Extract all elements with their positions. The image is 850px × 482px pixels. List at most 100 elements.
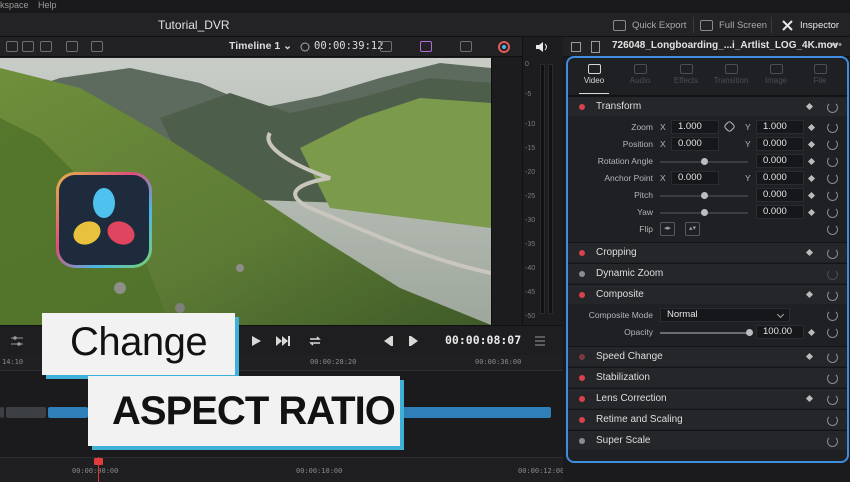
timeline-clip[interactable] [0,407,4,418]
enable-toggle[interactable] [579,417,585,423]
keyframe-icon[interactable] [807,328,816,337]
tab-file[interactable]: File [797,62,843,92]
zoom-y-field[interactable]: 1.000 [756,120,804,134]
position-y-field[interactable]: 0.000 [756,137,804,151]
reset-icon[interactable] [827,190,838,201]
timeline-clip[interactable] [48,407,88,418]
timeline-selector[interactable]: Timeline 1 ⌄ [229,40,292,52]
tab-effects[interactable]: Effects [663,62,709,92]
section-cropping[interactable]: Cropping [568,242,847,262]
anchor-x-field[interactable]: 0.000 [671,171,719,185]
tab-audio[interactable]: Audio [617,62,663,92]
keyframe-icon[interactable] [805,352,814,361]
yaw-slider-knob[interactable] [701,209,708,216]
section-stabilization[interactable]: Stabilization [568,367,847,387]
menu-help[interactable]: Help [38,0,57,10]
anchor-y-field[interactable]: 0.000 [756,171,804,185]
reset-icon[interactable] [827,248,838,259]
section-dynamic-zoom[interactable]: Dynamic Zoom [568,263,847,283]
keyframe-icon[interactable] [807,157,816,166]
timeline-clip[interactable] [400,407,551,418]
playhead-handle[interactable] [94,458,103,465]
pitch-field[interactable]: 0.000 [756,188,804,202]
enable-toggle[interactable] [579,354,585,360]
flip-horizontal-button[interactable]: ◂▸ [660,222,675,236]
viewer-options-icon[interactable] [380,41,392,52]
tab-transition[interactable]: Transition [708,62,754,92]
pitch-slider-knob[interactable] [701,192,708,199]
enable-toggle[interactable] [579,292,585,298]
keyframe-icon[interactable] [807,174,816,183]
opacity-slider[interactable] [660,332,748,334]
enable-toggle[interactable] [579,250,585,256]
rotation-slider-knob[interactable] [701,158,708,165]
color-wheel-icon[interactable] [497,40,511,54]
speaker-icon[interactable] [535,41,549,53]
menu-icon[interactable] [534,335,546,347]
rotation-field[interactable]: 0.000 [756,154,804,168]
reset-icon[interactable] [827,207,838,218]
grid-icon[interactable] [66,41,78,52]
opacity-slider-knob[interactable] [746,329,753,336]
tab-video[interactable]: Video [571,62,617,94]
timeline-clip[interactable] [6,407,46,418]
keyframe-icon[interactable] [805,290,814,299]
full-screen-button[interactable]: Full Screen [700,17,767,33]
reset-icon[interactable] [827,310,838,321]
keyframe-icon[interactable] [807,191,816,200]
yaw-field[interactable]: 0.000 [756,205,804,219]
reset-icon[interactable] [827,173,838,184]
enable-toggle[interactable] [579,271,585,277]
section-super-scale[interactable]: Super Scale [568,430,847,450]
enable-toggle[interactable] [579,396,585,402]
reset-icon[interactable] [827,156,838,167]
keyframe-icon[interactable] [805,102,814,111]
reset-icon[interactable] [827,352,838,363]
color-output-icon[interactable] [420,41,432,52]
settings-sliders-icon[interactable] [10,335,24,347]
tab-image[interactable]: Image [753,62,799,92]
mark-out-icon[interactable] [408,335,420,347]
reset-icon[interactable] [827,394,838,405]
enable-toggle[interactable] [579,375,585,381]
keyframe-icon[interactable] [807,140,816,149]
mark-in-icon[interactable] [382,335,394,347]
panel-icon[interactable] [571,42,581,52]
reset-icon[interactable] [827,224,838,235]
reset-icon[interactable] [827,122,838,133]
keyframe-icon[interactable] [807,123,816,132]
menu-workspace[interactable]: kspace [0,0,29,10]
position-x-field[interactable]: 0.000 [671,137,719,151]
section-speed-change[interactable]: Speed Change [568,346,847,366]
clip-icon[interactable] [40,41,52,52]
transform-tool-icon[interactable] [460,41,472,52]
section-composite[interactable]: Composite [568,284,847,304]
keyframe-icon[interactable] [805,394,814,403]
media-icon[interactable] [22,41,34,52]
zoom-x-field[interactable]: 1.000 [671,120,719,134]
enable-toggle[interactable] [579,438,585,444]
layout-icon[interactable] [6,41,18,52]
reset-icon[interactable] [827,269,838,280]
next-frame-icon[interactable] [275,335,291,347]
section-retime-scaling[interactable]: Retime and Scaling [568,409,847,429]
quick-export-button[interactable]: Quick Export [613,17,686,33]
reset-icon[interactable] [827,415,838,426]
inspector-button[interactable]: Inspector [781,17,839,33]
enable-toggle[interactable] [579,104,585,110]
reset-icon[interactable] [827,436,838,447]
play-icon[interactable] [250,335,262,347]
reset-icon[interactable] [827,102,838,113]
reset-icon[interactable] [827,290,838,301]
timeline-ruler-bottom[interactable]: 00:00:00:00 00:00:10:00 00:00:12:00 [0,457,564,482]
reset-icon[interactable] [827,373,838,384]
section-lens-correction[interactable]: Lens Correction [568,388,847,408]
reset-icon[interactable] [827,327,838,338]
pin-icon[interactable] [91,41,103,52]
link-icon[interactable] [723,120,736,133]
section-transform[interactable]: Transform [568,96,847,116]
composite-mode-select[interactable]: Normal [660,308,790,322]
reset-icon[interactable] [827,139,838,150]
opacity-field[interactable]: 100.00 [756,325,804,339]
loop-icon[interactable] [307,334,323,348]
